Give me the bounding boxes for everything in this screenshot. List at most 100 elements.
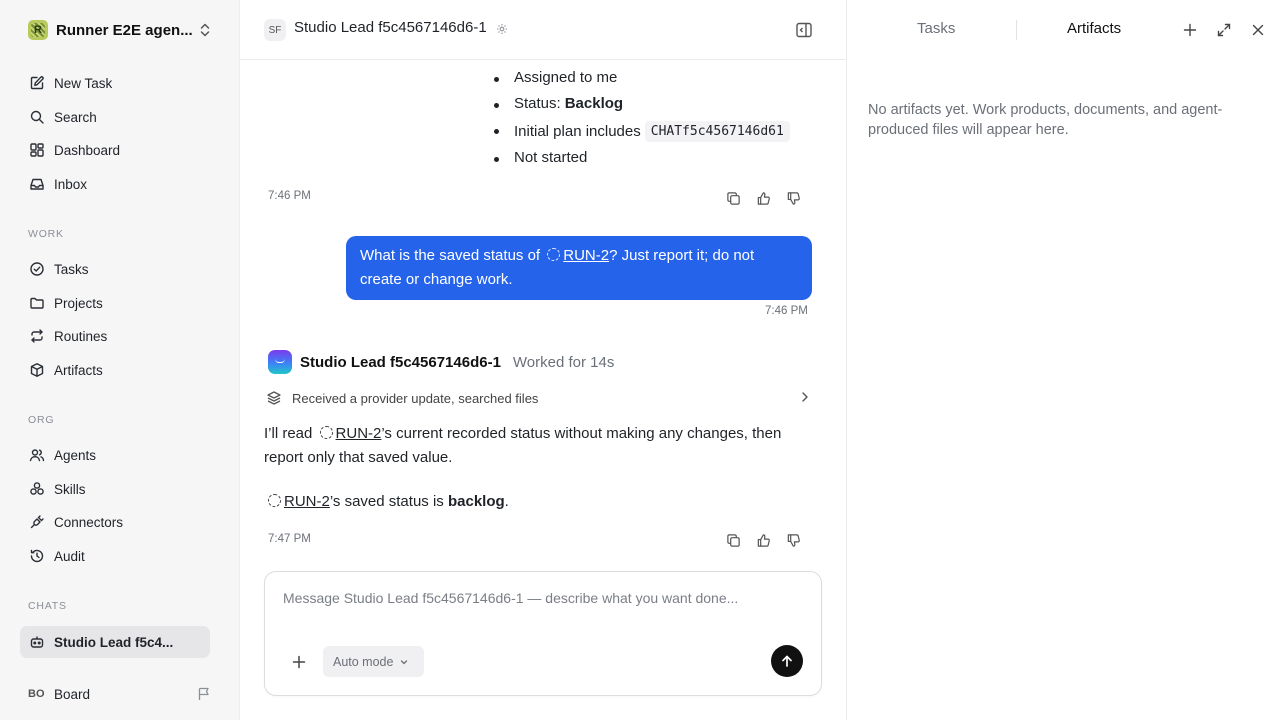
users-icon (28, 446, 46, 464)
toggle-panel-icon[interactable] (795, 21, 813, 39)
list-item: Assigned to me (493, 69, 618, 86)
mode-select[interactable]: Auto mode (323, 646, 424, 677)
tab-tasks[interactable]: Tasks (917, 20, 955, 37)
board-label: Board (54, 686, 91, 702)
activity-summary-row[interactable]: Received a provider update, searched fil… (266, 388, 812, 408)
section-label-chats: CHATS (28, 600, 67, 612)
thumbs-up-icon[interactable] (754, 531, 772, 549)
chevron-down-icon (401, 659, 408, 664)
chat-item-label: Studio Lead f5c4... (54, 634, 174, 650)
agent-message-paragraph: I’ll read RUN-2’s current recorded statu… (264, 425, 782, 466)
issue-link-run-2[interactable]: RUN-2 (563, 247, 609, 264)
workspace-logo: R (28, 20, 48, 40)
nav-dashboard[interactable]: Dashboard (20, 135, 210, 165)
tab-divider (1016, 20, 1017, 40)
inbox-icon (28, 175, 46, 193)
agent-name: Studio Lead f5c4567146d6-1 (300, 353, 501, 371)
expand-icon[interactable] (1215, 21, 1233, 39)
message-actions (724, 189, 802, 207)
chat-header: SF Studio Lead f5c4567146d6-1 (240, 0, 846, 60)
section-label-org: ORG (28, 414, 55, 426)
mode-label: Auto mode (333, 654, 394, 669)
tab-artifacts[interactable]: Artifacts (1067, 20, 1121, 37)
agent-initials-avatar: SF (264, 19, 286, 41)
panel-tabs: Tasks Artifacts (847, 0, 1280, 60)
repeat-icon (28, 327, 46, 345)
sidebar: R Runner E2E agen... New Task Search Das… (0, 0, 240, 720)
chat-item-studio-lead[interactable]: Studio Lead f5c4... (20, 626, 210, 658)
nav-label: Dashboard (54, 142, 121, 158)
layers-icon (267, 391, 281, 405)
nav-label: Skills (54, 481, 86, 497)
nav-label: Projects (54, 295, 103, 311)
nav-routines[interactable]: Routines (20, 321, 210, 351)
activity-summary-text: Received a provider update, searched fil… (292, 390, 539, 406)
skills-icon (28, 480, 46, 498)
nav-skills[interactable]: Skills (20, 474, 210, 504)
nav-label: Audit (54, 548, 85, 564)
plug-icon (28, 513, 46, 531)
agent-message-header: Studio Lead f5c4567146d6-1 Worked for 14… (268, 350, 614, 374)
user-message-timestamp: 7:46 PM (765, 305, 808, 317)
message-timestamp: 7:47 PM (268, 533, 311, 545)
list-item: Not started (493, 149, 588, 166)
nav-artifacts[interactable]: Artifacts (20, 355, 210, 385)
nav-label: Agents (54, 447, 97, 463)
flag-icon[interactable] (196, 686, 212, 702)
nav-tasks[interactable]: Tasks (20, 254, 210, 284)
list-item: Initial plan includes CHATf5c4567146d61 (494, 121, 790, 142)
check-circle-icon (28, 260, 46, 278)
issue-status-icon (319, 426, 333, 439)
plus-icon[interactable] (1181, 21, 1199, 39)
copy-icon[interactable] (724, 531, 742, 549)
nav-label: Routines (54, 328, 108, 344)
message-actions (724, 531, 802, 549)
nav-inbox[interactable]: Inbox (20, 169, 210, 199)
nav-connectors[interactable]: Connectors (20, 507, 210, 537)
message-timestamp: 7:46 PM (268, 190, 311, 202)
thumbs-down-icon[interactable] (784, 531, 802, 549)
gear-icon[interactable] (496, 23, 508, 35)
chat-pane: SF Studio Lead f5c4567146d6-1 Assigned t… (240, 0, 846, 720)
nav-label: Tasks (54, 261, 89, 277)
chevron-right-icon (802, 392, 808, 402)
issue-link-run-2[interactable]: RUN-2 (284, 493, 330, 510)
thumbs-down-icon[interactable] (784, 189, 802, 207)
issue-status-icon (547, 248, 561, 261)
board-footer[interactable]: BO Board (28, 682, 212, 706)
board-initials: BO (28, 688, 45, 700)
nav-label: Search (54, 109, 97, 125)
plus-icon[interactable] (289, 652, 309, 672)
search-icon (28, 108, 46, 126)
send-button[interactable] (771, 645, 803, 677)
agent-avatar (268, 350, 292, 374)
issue-link-run-2[interactable]: RUN-2 (336, 425, 382, 442)
nav-audit[interactable]: Audit (20, 541, 210, 571)
chevron-up-down-icon (200, 23, 210, 37)
nav-projects[interactable]: Projects (20, 288, 210, 318)
nav-new-task[interactable]: New Task (20, 68, 210, 98)
arrow-up-icon (782, 655, 792, 667)
nav-label: Connectors (54, 514, 124, 530)
folder-icon (28, 294, 46, 312)
history-icon (28, 547, 46, 565)
message-input[interactable] (283, 590, 803, 606)
message-composer: Auto mode (264, 571, 822, 696)
nav-label: Inbox (54, 176, 88, 192)
nav-agents[interactable]: Agents (20, 440, 210, 470)
robot-icon (28, 633, 46, 651)
close-icon[interactable] (1249, 21, 1267, 39)
workspace-switcher[interactable]: R Runner E2E agen... (28, 19, 212, 41)
box-icon (28, 361, 46, 379)
inline-code: CHATf5c4567146d61 (644, 121, 790, 142)
nav-label: Artifacts (54, 362, 103, 378)
thumbs-up-icon[interactable] (754, 189, 772, 207)
copy-icon[interactable] (724, 189, 742, 207)
artifacts-panel: Tasks Artifacts No artifacts yet. Work p… (846, 0, 1280, 720)
chat-title: Studio Lead f5c4567146d6-1 (294, 19, 487, 36)
nav-label: New Task (54, 75, 113, 91)
edit-icon (28, 74, 46, 92)
user-message-bubble: What is the saved status of RUN-2? Just … (346, 236, 812, 300)
nav-search[interactable]: Search (20, 102, 210, 132)
list-item: Status: Backlog (493, 95, 624, 112)
